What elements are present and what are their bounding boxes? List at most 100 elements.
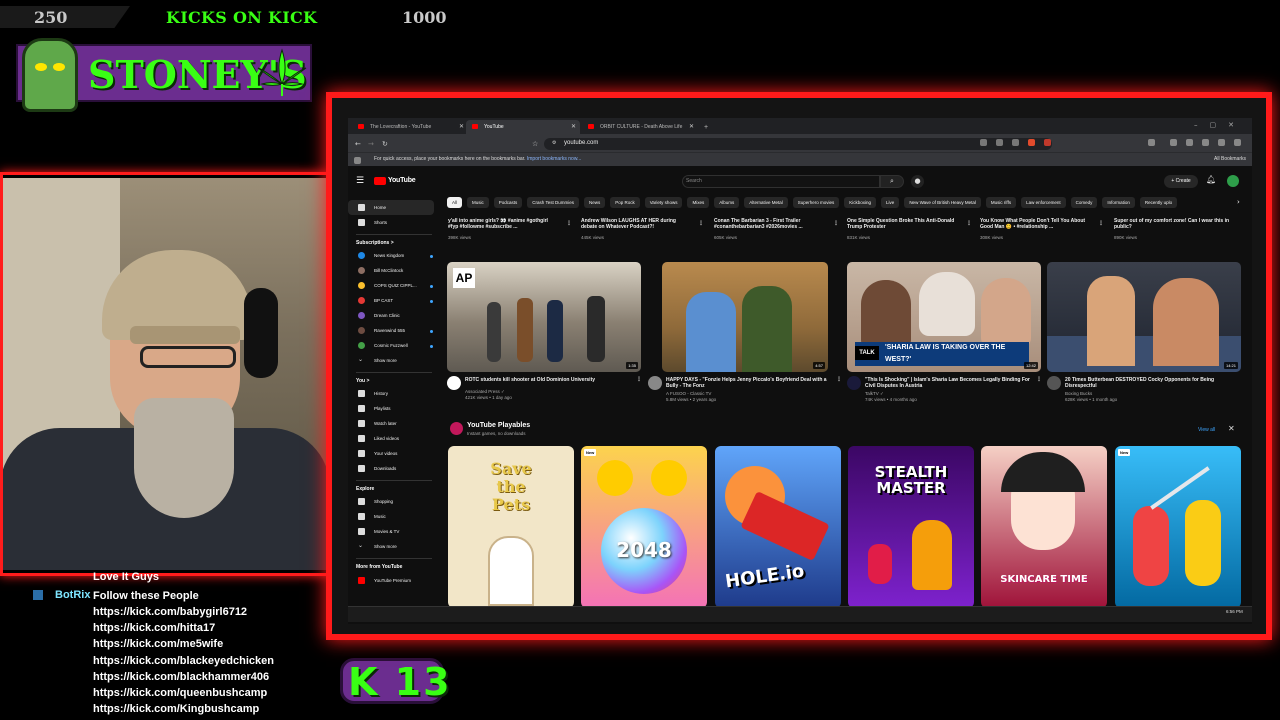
all-bookmarks-button[interactable]: All Bookmarks [1214,156,1246,162]
create-button[interactable]: + Create [1164,175,1198,188]
chat-link[interactable]: https://kick.com/blackhammer406 [93,671,269,683]
chat-link[interactable]: https://kick.com/hitta17 [93,622,215,634]
chat-link[interactable]: https://kick.com/Kingbushcamp [93,703,259,715]
tab-youtube[interactable]: YouTube ✕ [466,120,580,134]
channel-avatar[interactable] [648,376,662,390]
chip[interactable]: Music [467,197,489,208]
chat-link[interactable]: https://kick.com/queenbushcamp [93,687,267,699]
chip[interactable]: New Wave of British Heavy Metal [904,197,981,208]
tab-orbit-culture[interactable]: ORBIT CULTURE - Death Above Life ✕ [582,120,698,134]
chat-link[interactable]: https://kick.com/me5wife [93,638,223,650]
chip[interactable]: Live [881,197,900,208]
chip[interactable]: Superhero movies [792,197,840,208]
chip[interactable]: All [447,197,463,208]
video-title[interactable]: y'all into anime girls? 👀 #anime #gothgi… [448,218,552,230]
avatar[interactable] [1227,175,1239,187]
chip[interactable]: Comedy [1070,197,1098,208]
chat-link[interactable]: https://kick.com/babygirl6712 [93,606,247,618]
video-thumbnail[interactable]: 4:57 [662,262,828,372]
game-card[interactable]: SKINCARE TIME [981,446,1107,608]
sidebar-item-watch-later[interactable]: Watch later [348,416,434,431]
menu-icon[interactable] [1186,139,1193,146]
url-text[interactable]: youtube.com [564,140,598,146]
game-card[interactable]: Save the Pets [448,446,574,608]
tab-lovecraftion[interactable]: The Lovecraftion - YouTube ✕ [352,120,468,134]
channel-avatar[interactable] [847,376,861,390]
sidebar-item-subscription[interactable]: Cosmic Fuzzwell [348,338,434,353]
chip[interactable]: Crash Test Dummies [527,197,579,208]
chat-link[interactable]: https://kick.com/blackeyedchicken [93,655,274,667]
sidebar-item-your-videos[interactable]: Your videos [348,446,434,461]
chip[interactable]: Information [1102,197,1135,208]
video-title[interactable]: HAPPY DAYS - "Fonzie Helps Jenny Piccalo… [666,377,832,389]
video-title[interactable]: Andrew Wilson LAUGHS AT HER during debat… [581,218,691,230]
new-tab-button[interactable]: + [700,120,716,134]
more-vert-icon[interactable]: ⋮ [966,220,972,227]
bookmark-star-icon[interactable]: ☆ [532,140,538,148]
close-icon[interactable]: ✕ [689,123,694,130]
game-card[interactable]: New [1115,446,1241,608]
sidebar-item-shorts[interactable]: Shorts [348,215,434,230]
show-more-button[interactable]: ⌄ Show more [348,353,434,368]
video-title[interactable]: "This Is Shocking" | Islam's Sharia Law … [865,377,1037,389]
video-title[interactable]: Super out of my comfort zone! Can I wear… [1114,218,1230,230]
video-thumbnail[interactable]: 14:21 [1047,262,1241,372]
game-card[interactable]: HOLE.io [715,446,841,608]
downloads-icon[interactable] [1202,139,1209,146]
you-heading[interactable]: You > [356,378,369,384]
chip[interactable]: Law enforcement [1021,197,1066,208]
sidebar-item-subscription[interactable]: News Kingdom [348,248,434,263]
reload-icon[interactable]: ↻ [382,140,388,148]
chevron-right-icon[interactable]: › [1237,198,1240,206]
omnibox[interactable] [544,138,1052,150]
settings-icon[interactable] [1218,139,1225,146]
video-title[interactable]: You Know What People Don't Tell You Abou… [980,218,1092,230]
sidebar-item-playlists[interactable]: Playlists [348,401,434,416]
youtube-logo-icon[interactable] [374,177,386,185]
video-title[interactable]: ROTC students kill shooter at Old Domini… [465,377,635,383]
search-input[interactable] [682,175,880,188]
forward-icon[interactable]: → [368,140,374,148]
sidebar-item-movies[interactable]: Movies & TV [348,524,434,539]
chip[interactable]: Podcasts [493,197,523,208]
zoom-icon[interactable] [996,139,1003,146]
view-all-button[interactable]: View all [1198,427,1215,433]
sidebar-item-home[interactable]: Home [348,200,434,215]
extension-icon[interactable] [980,139,987,146]
wallet-icon[interactable] [1170,139,1177,146]
window-controls[interactable]: –▢✕ [1194,121,1246,129]
channel-avatar[interactable] [447,376,461,390]
chip[interactable]: Alternative Metal [744,197,788,208]
sidebar-item-history[interactable]: History [348,386,434,401]
sidebar-item-music[interactable]: Music [348,509,434,524]
site-info-icon[interactable]: ⚙ [552,140,556,146]
chip[interactable]: Recently uplo [1139,197,1178,208]
close-icon[interactable]: ✕ [571,123,576,130]
subscriptions-heading[interactable]: Subscriptions > [356,240,394,246]
game-card[interactable]: New 2048 [581,446,707,608]
more-vert-icon[interactable]: ⋮ [566,220,572,227]
apps-icon[interactable] [354,157,361,164]
sidebar-toggle-icon[interactable] [1148,139,1155,146]
more-vert-icon[interactable]: ⋮ [1098,220,1104,227]
back-icon[interactable]: ← [355,140,361,148]
sidebar-item-shopping[interactable]: Shopping [348,494,434,509]
sidebar-item-premium[interactable]: YouTube Premium [348,573,434,588]
hamburger-menu-icon[interactable]: ☰ [356,176,364,186]
video-title[interactable]: One Simple Question Broke This Anti-Dona… [847,218,957,230]
more-vert-icon[interactable]: ⋮ [1036,376,1042,383]
more-icon[interactable] [1234,139,1241,146]
video-thumbnail[interactable]: 'SHARIA LAW IS TAKING OVER THE WEST?' TA… [847,262,1041,372]
close-icon[interactable]: ✕ [459,123,464,130]
sidebar-item-subscription[interactable]: Dream Clinic [348,308,434,323]
sidebar-item-downloads[interactable]: Downloads [348,461,434,476]
rewards-icon[interactable] [1044,139,1051,146]
sidebar-item-subscription[interactable]: Ravenwind 555 [348,323,434,338]
chip[interactable]: Pop Rock [610,197,640,208]
chip[interactable]: Albums [714,197,740,208]
channel-avatar[interactable] [1047,376,1061,390]
sidebar-item-subscription[interactable]: BP CAST [348,293,434,308]
video-thumbnail[interactable]: AP 1:35 [447,262,641,372]
more-vert-icon[interactable]: ⋮ [836,376,842,383]
sidebar-item-subscription[interactable]: COPS QUIZ CIPPL... [348,278,434,293]
